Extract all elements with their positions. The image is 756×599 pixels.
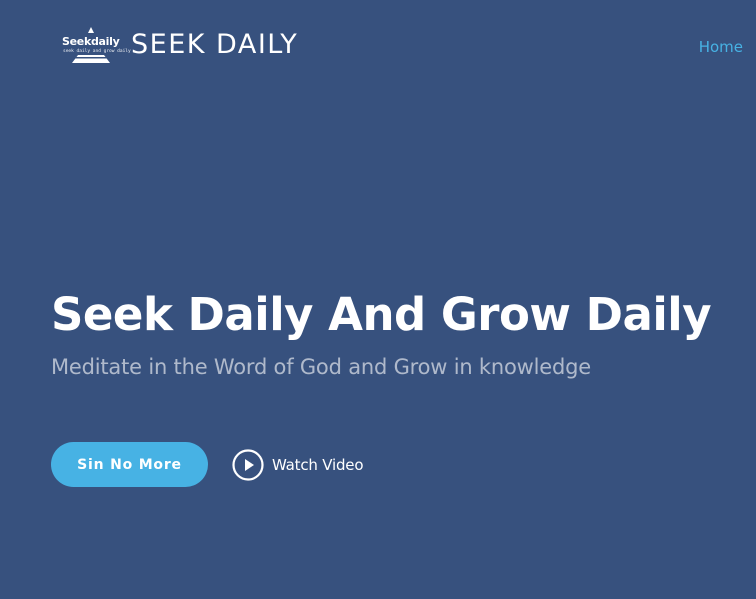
sin-no-more-button[interactable]: Sin No More [51, 442, 208, 487]
play-circle-icon[interactable] [232, 449, 264, 481]
hero-subtitle: Meditate in the Word of God and Grow in … [51, 355, 591, 379]
watch-video-link[interactable]: Watch Video [232, 448, 363, 482]
site-logo[interactable]: Seekdaily seek daily and grow daily [60, 27, 131, 65]
page: Seekdaily seek daily and grow daily SEEK… [0, 0, 756, 599]
logo-wordmark: Seekdaily [62, 35, 120, 48]
nav-link-home[interactable]: Home [699, 37, 743, 57]
logo-tagline: seek daily and grow daily [63, 49, 131, 54]
site-header: Seekdaily seek daily and grow daily SEEK… [0, 0, 756, 90]
watch-video-label[interactable]: Watch Video [272, 456, 363, 474]
hero-title: Seek Daily And Grow Daily [51, 288, 712, 341]
brand-name[interactable]: SEEK DAILY [131, 29, 298, 61]
